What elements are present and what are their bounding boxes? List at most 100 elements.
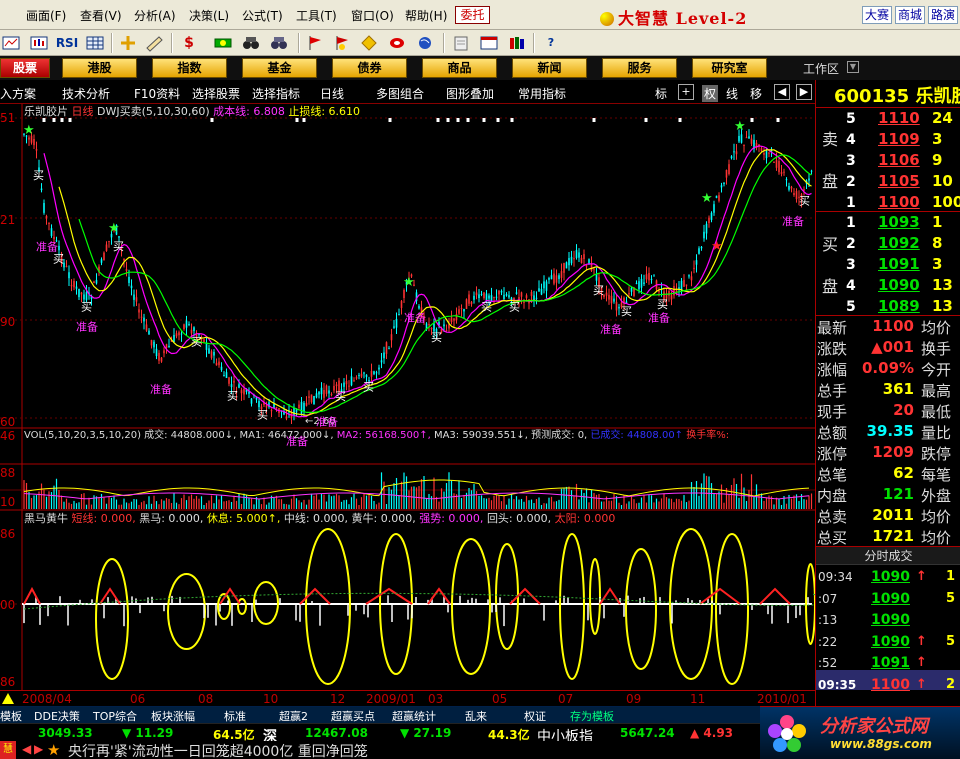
globe-icon[interactable] (414, 33, 436, 53)
menu-formula[interactable]: 公式(T) (242, 7, 283, 24)
candle-body (403, 290, 405, 299)
tab-f10[interactable]: F10资料 (134, 85, 180, 102)
tab-select-indicator[interactable]: 选择指标 (252, 85, 300, 102)
news-prev-icon[interactable]: ◀ (22, 742, 31, 756)
workspace-label[interactable]: 工作区 (803, 60, 839, 77)
mall-button[interactable]: 商城 (895, 6, 925, 24)
ind-bull: 黄牛: 0.000, (352, 511, 416, 525)
menu-help[interactable]: 帮助(H) (405, 7, 447, 24)
candle-body (168, 345, 170, 348)
window-icon[interactable] (478, 33, 500, 53)
weituo-button[interactable]: 委托 (455, 6, 490, 24)
kline-icon[interactable] (28, 33, 50, 53)
candle-body (138, 309, 140, 313)
candle-body (265, 405, 268, 408)
tab-scheme[interactable]: 入方案 (0, 85, 36, 102)
logo-url[interactable]: www.88gs.com (830, 737, 932, 751)
tab-rights[interactable]: 权 (702, 85, 719, 102)
tab-daily[interactable]: 日线 (320, 85, 344, 102)
candle-body (118, 236, 120, 238)
stat-label-2: 跌停 (921, 445, 952, 463)
contest-button[interactable]: 大赛 (862, 6, 892, 24)
bottom-tab-chaoying2[interactable]: 超赢2 (279, 708, 308, 724)
screen-icon[interactable] (0, 33, 22, 53)
candle-body (355, 377, 358, 379)
bottom-tab-standard[interactable]: 标准 (224, 708, 246, 724)
ticks-header[interactable]: 分时成交 (816, 546, 960, 565)
top-marker (388, 118, 392, 122)
menu-decision[interactable]: 决策(L) (189, 7, 229, 24)
capital-icon[interactable] (212, 33, 234, 53)
triangle-marker-icon[interactable] (2, 693, 14, 704)
candle-body (723, 182, 725, 184)
prev-arrow-icon[interactable]: ◀ (774, 84, 790, 100)
nav-index[interactable]: 指数 (152, 58, 227, 78)
candle-body (810, 170, 813, 172)
nav-news[interactable]: 新闻 (512, 58, 587, 78)
nav-hk-stocks[interactable]: 港股 (62, 58, 137, 78)
flag-icon[interactable] (331, 33, 353, 53)
tab-mark[interactable]: 标 (655, 85, 667, 102)
bottom-tab-stats[interactable]: 超赢统计 (392, 708, 436, 724)
menu-view[interactable]: 查看(V) (80, 7, 122, 24)
candle-body (705, 223, 708, 234)
tab-overlay[interactable]: 图形叠加 (446, 85, 494, 102)
tab-select-stock[interactable]: 选择股票 (192, 85, 240, 102)
zoom-button[interactable]: + (678, 84, 694, 100)
bottom-tab-warrant[interactable]: 权证 (524, 708, 546, 724)
grid-icon[interactable] (84, 33, 106, 53)
candle-body (323, 390, 325, 398)
nav-research[interactable]: 研究室 (692, 58, 767, 78)
bottom-tab-buypoint[interactable]: 超赢买点 (331, 708, 375, 724)
candle-body (738, 135, 740, 142)
binoculars-icon[interactable] (240, 33, 262, 53)
candle-body (208, 348, 210, 354)
candle-body (735, 151, 738, 155)
tab-common-indicators[interactable]: 常用指标 (518, 85, 566, 102)
top-marker (592, 118, 596, 122)
kline-chart[interactable]: 51 21 90 60 乐凯胶片 日线 DWJ买卖(5,10,30,60) 成本… (0, 104, 815, 690)
tab-line[interactable]: 线 (726, 85, 738, 102)
bottom-tab-template[interactable]: 模板 (0, 708, 22, 724)
tab-move[interactable]: 移 (750, 85, 762, 102)
nav-commodity[interactable]: 商品 (422, 58, 497, 78)
tab-tech-analysis[interactable]: 技术分析 (62, 85, 110, 102)
dollar-icon[interactable]: $ (178, 33, 200, 53)
note-icon[interactable] (450, 33, 472, 53)
ruler-icon[interactable] (143, 33, 165, 53)
nav-fund[interactable]: 基金 (242, 58, 317, 78)
menu-analysis[interactable]: 分析(A) (134, 7, 176, 24)
nav-bond[interactable]: 债券 (332, 58, 407, 78)
books-icon[interactable] (506, 33, 528, 53)
menu-window[interactable]: 窗口(O) (351, 7, 394, 24)
buy-signal-label: 买 (227, 389, 238, 402)
top-marker (302, 118, 306, 122)
menu-tools[interactable]: 工具(T) (296, 7, 337, 24)
bottom-tab-top[interactable]: TOP综合 (93, 708, 137, 724)
bottom-tab-luanlai[interactable]: 乱来 (465, 708, 487, 724)
help-icon[interactable]: ? (540, 33, 562, 53)
news-next-icon[interactable]: ▶ (34, 742, 43, 756)
tick-time: 09:34 (818, 570, 853, 584)
next-arrow-icon[interactable]: ▶ (796, 84, 812, 100)
rsi-icon[interactable]: RSI (54, 33, 80, 53)
candle-body (103, 252, 105, 261)
bottom-tab-sector[interactable]: 板块涨幅 (151, 708, 195, 724)
workspace-dropdown-icon[interactable]: ▼ (847, 61, 859, 73)
roadshow-button[interactable]: 路演 (928, 6, 958, 24)
tab-multi-chart[interactable]: 多图组合 (376, 85, 424, 102)
nav-stocks[interactable]: 股票 (0, 58, 50, 78)
news-headline[interactable]: 央行再'紧'流动性一日回笼超4000亿 重回净回笼 (68, 741, 368, 759)
bottom-tab-dde[interactable]: DDE决策 (34, 708, 80, 724)
bottom-tab-save-template[interactable]: 存为模板 (570, 708, 614, 724)
cross-icon[interactable] (117, 33, 139, 53)
binoculars-icon[interactable] (268, 33, 290, 53)
candle-body (308, 396, 310, 398)
candle-body (373, 371, 375, 375)
buy-signal-label: 买 (593, 284, 604, 297)
coin-icon[interactable] (386, 33, 408, 53)
menu-screen[interactable]: 画面(F) (26, 7, 66, 24)
nav-service[interactable]: 服务 (602, 58, 677, 78)
flag-icon[interactable] (304, 33, 326, 53)
diamond-icon[interactable] (358, 33, 380, 53)
